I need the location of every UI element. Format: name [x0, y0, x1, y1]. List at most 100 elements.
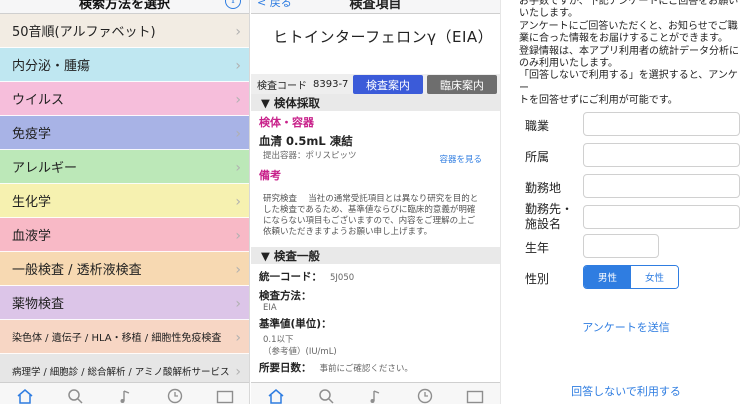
- section-header-sample[interactable]: ▼ 検体採取: [251, 94, 500, 111]
- chevron-right-icon: ›: [235, 160, 241, 176]
- category-item[interactable]: 内分泌・腫瘍 ›: [0, 48, 249, 82]
- gender-female-option[interactable]: 女性: [631, 266, 678, 288]
- survey-screen: お手数ですが、下記アンケートにご回答をお願い いたします。 アンケートにご回答いただ…: [500, 0, 750, 404]
- occupation-label: 職業: [525, 119, 550, 133]
- test-title: ヒトインターフェロンγ（EIA）: [273, 28, 494, 46]
- chevron-right-icon: ›: [235, 228, 241, 244]
- home-icon[interactable]: [14, 386, 36, 404]
- nav-title: 検査項目: [349, 0, 402, 12]
- category-label: アレルギー: [12, 161, 78, 176]
- category-label: 免疫学: [12, 127, 52, 142]
- unified-code-row: 統一コード： 5J050: [251, 269, 500, 284]
- remarks-label: 備考: [259, 169, 281, 182]
- category-item[interactable]: 染色体 / 遺伝子 / HLA・移植 / 細胞性免疫検査 ›: [0, 320, 249, 354]
- square-icon[interactable]: [464, 386, 486, 404]
- method-value: EIA: [263, 303, 277, 313]
- reference-label: 基準値(単位)：: [259, 318, 332, 330]
- intro-line: 登録情報は、本アプリ利用者の統計データ分析に: [519, 45, 739, 57]
- clock-icon[interactable]: [164, 386, 186, 404]
- work-location-field[interactable]: [583, 174, 740, 198]
- workplace-label-line-1: 勤務先・: [525, 202, 574, 216]
- test-code-label: 検査コード: [257, 80, 307, 92]
- category-label: 血液学: [12, 229, 52, 244]
- method-label: 検査方法：: [259, 290, 312, 302]
- view-container-link[interactable]: 容器を見る: [439, 153, 482, 165]
- gender-male-option[interactable]: 男性: [584, 266, 631, 288]
- test-code-row: 検査コード 8393-7 検査案内 臨床案内: [251, 74, 500, 94]
- chevron-right-icon: ›: [235, 262, 241, 278]
- tab-bar: [251, 382, 500, 404]
- sample-value: 血清 0.5mL 凍結: [259, 134, 353, 148]
- category-item[interactable]: ウイルス ›: [0, 82, 249, 116]
- survey-intro-text: お手数ですが、下記アンケートにご回答をお願い いたします。 アンケートにご回答いただ…: [519, 0, 745, 108]
- gender-label: 性別: [525, 272, 550, 286]
- navigation-bar: < 戻る 検査項目: [251, 0, 500, 14]
- category-item[interactable]: 免疫学 ›: [0, 116, 249, 150]
- intro-line: アンケートにご回答いただくと、お知らせでご職: [519, 20, 738, 32]
- workplace-field[interactable]: [583, 205, 740, 229]
- birth-year-label: 生年: [525, 241, 550, 255]
- navigation-bar: 検索方法を選択 i: [0, 0, 249, 14]
- workplace-label-line-2: 施設名: [525, 217, 562, 231]
- unified-code-label: 統一コード：: [259, 271, 322, 283]
- occupation-field[interactable]: [583, 112, 740, 136]
- home-icon[interactable]: [265, 386, 287, 404]
- unified-code-value: 5J050: [330, 273, 355, 283]
- category-item[interactable]: アレルギー ›: [0, 150, 249, 184]
- category-label: 病理学 / 細胞診 / 総合解析 / アミノ酸解析サービス: [12, 366, 230, 378]
- tab-bar: [0, 382, 249, 404]
- chevron-right-icon: ›: [235, 194, 241, 210]
- search-icon[interactable]: [64, 386, 86, 404]
- birth-year-field[interactable]: [583, 234, 659, 258]
- category-item[interactable]: 一般検査 / 透析液検査 ›: [0, 252, 249, 286]
- chevron-right-icon: ›: [235, 92, 241, 108]
- clinical-info-button[interactable]: 臨床案内: [427, 75, 497, 94]
- category-label: 50音順(アルファベット): [12, 25, 156, 40]
- square-icon[interactable]: [214, 386, 236, 404]
- chevron-right-icon: ›: [235, 58, 241, 74]
- category-item[interactable]: 50音順(アルファベット) ›: [0, 14, 249, 48]
- chevron-right-icon: ›: [235, 330, 241, 346]
- category-item[interactable]: 薬物検査 ›: [0, 286, 249, 320]
- reference-value-1: 0.1以下: [263, 335, 294, 345]
- chevron-right-icon: ›: [235, 24, 241, 40]
- chevron-right-icon: ›: [235, 126, 241, 142]
- nav-title: 検索方法を選択: [78, 0, 170, 12]
- intro-line: いたします。: [519, 8, 578, 20]
- container-row: 提出容器：ポリスピッツ 容器を見る: [251, 149, 500, 165]
- chevron-right-icon: ›: [235, 364, 241, 380]
- category-list: 50音順(アルファベット) › 内分泌・腫瘍 › ウイルス › 免疫学 › アレルギー › 生化学 ›…: [0, 14, 249, 388]
- category-screen: 検索方法を選択 i 50音順(アルファベット) › 内分泌・腫瘍 › ウイルス › 免疫学 ›…: [0, 0, 250, 404]
- days-value: 事前にご確認ください。: [319, 364, 413, 374]
- affiliation-label: 所属: [525, 150, 550, 164]
- test-detail-screen: < 戻る 検査項目 ヒトインターフェロンγ（EIA） 検査コード 8393-7 …: [251, 0, 500, 404]
- intro-line: 業に合った情報をお届けすることができます。: [519, 33, 728, 45]
- music-note-icon[interactable]: [114, 386, 136, 404]
- intro-line: のみ利用いたします。: [519, 58, 618, 70]
- intro-line: トを回答せずにご利用が可能です。: [519, 95, 678, 107]
- music-note-icon[interactable]: [364, 386, 386, 404]
- days-label: 所要日数：: [259, 362, 312, 374]
- category-label: 内分泌・腫瘍: [12, 59, 91, 74]
- search-icon[interactable]: [315, 386, 337, 404]
- category-item[interactable]: 生化学 ›: [0, 184, 249, 218]
- workplace-label: 勤務先・ 施設名: [525, 202, 573, 232]
- clock-icon[interactable]: [414, 386, 436, 404]
- days-row: 所要日数： 事前にご確認ください。: [251, 360, 500, 375]
- reference-value-2: （参考値）(IU/mL): [263, 347, 337, 357]
- submit-survey-button[interactable]: アンケートを送信: [501, 319, 750, 335]
- test-code-value: 8393-7: [313, 78, 349, 90]
- category-item[interactable]: 血液学 ›: [0, 218, 249, 252]
- affiliation-field[interactable]: [583, 143, 740, 167]
- sample-label: 検体・容器: [259, 116, 314, 129]
- skip-survey-button[interactable]: 回答しないで利用する: [501, 383, 750, 399]
- category-label: ウイルス: [12, 93, 65, 108]
- chevron-right-icon: ›: [235, 296, 241, 312]
- category-label: 生化学: [12, 195, 52, 210]
- remarks-text: 研究検査 当社の通常受託項目とは異なり研究を目的とした検査であるため、基準値なら…: [263, 194, 479, 237]
- category-label: 染色体 / 遺伝子 / HLA・移植 / 細胞性免疫検査: [12, 333, 222, 344]
- section-header-general[interactable]: ▼ 検査一般: [251, 247, 500, 264]
- gender-segmented-control: 男性 女性: [583, 265, 679, 289]
- container-text: 提出容器：ポリスピッツ: [263, 151, 357, 161]
- test-info-button[interactable]: 検査案内: [353, 75, 423, 94]
